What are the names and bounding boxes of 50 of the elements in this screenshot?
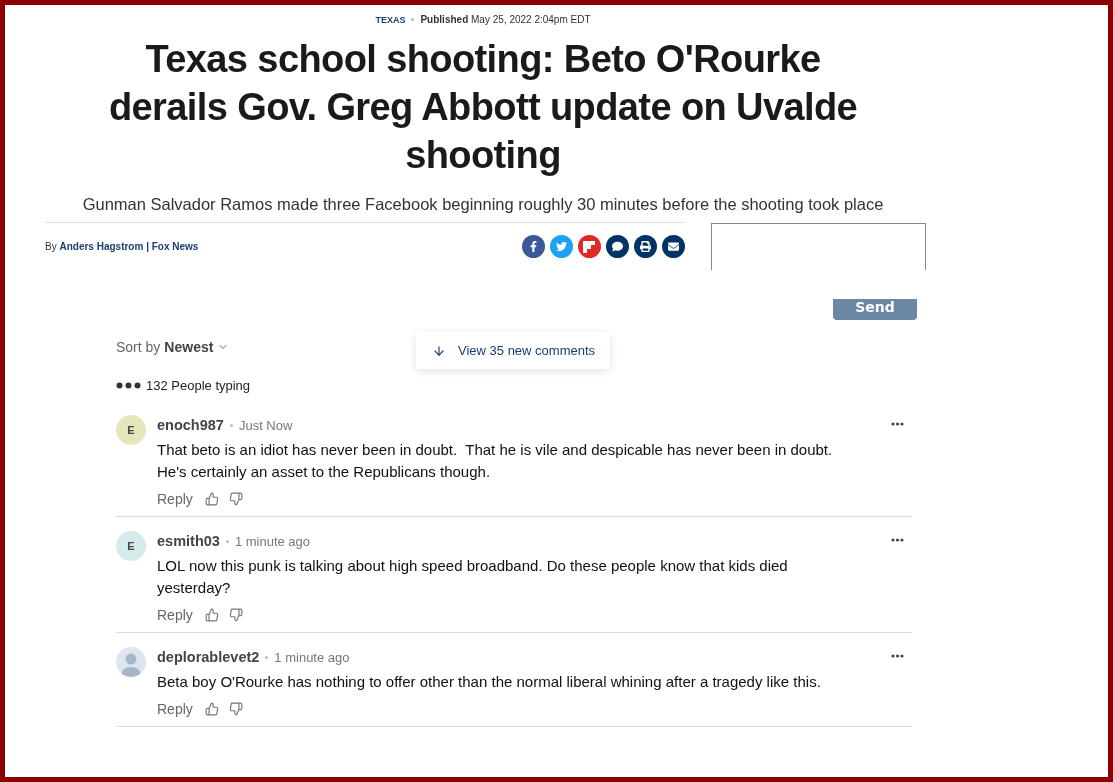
more-options-icon[interactable] xyxy=(891,654,904,658)
thumbs-down-icon[interactable] xyxy=(228,608,243,622)
send-button[interactable]: Send xyxy=(833,299,917,320)
reply-button[interactable]: Reply xyxy=(157,491,193,507)
comment-share-button[interactable] xyxy=(605,235,629,258)
comment-input-field[interactable] xyxy=(710,223,926,270)
separator-dot-icon xyxy=(411,18,415,21)
username[interactable]: enoch987 xyxy=(157,417,224,433)
arrow-down-icon xyxy=(432,343,446,358)
reply-button[interactable]: Reply xyxy=(157,607,193,623)
separator-dot-icon xyxy=(265,655,269,659)
print-share-button[interactable] xyxy=(633,235,657,258)
comment-time: Just Now xyxy=(238,417,293,433)
comment-time: 1 minute ago xyxy=(274,649,350,665)
thumbs-down-icon[interactable] xyxy=(228,702,243,716)
new-comments-button[interactable]: View 35 new comments xyxy=(416,332,611,369)
typing-dots-icon xyxy=(116,382,141,389)
user-avatar: E xyxy=(116,415,146,445)
more-options-icon[interactable] xyxy=(891,422,904,426)
more-options-icon[interactable] xyxy=(891,538,904,542)
thumbs-up-icon[interactable] xyxy=(204,608,219,622)
subheadline: Gunman Salvador Ramos made three Facebook beginning roughly 30 minutes before the shooting took place xyxy=(82,195,884,214)
thumbs-down-icon[interactable] xyxy=(228,492,243,506)
headline: Texas school shooting: Beto O'Rourke derails Gov. Greg Abbott update on Uvalde shooting xyxy=(107,37,859,178)
separator-dot-icon xyxy=(229,423,233,427)
twitter-share-button[interactable] xyxy=(549,235,573,258)
flipboard-share-button[interactable] xyxy=(577,235,601,258)
printer-icon xyxy=(639,241,651,252)
envelope-icon xyxy=(667,241,679,252)
email-share-button[interactable] xyxy=(661,235,685,258)
speech-bubble-icon xyxy=(611,241,623,252)
thumbs-up-icon[interactable] xyxy=(204,492,219,506)
comment-text: Beta boy O'Rourke has nothing to offer other than the normal liberal whining after a tragedy like this. xyxy=(157,672,822,692)
flipboard-icon xyxy=(583,240,595,253)
byline: By Anders Hagstrom | Fox News xyxy=(45,241,199,252)
category-link[interactable]: TEXAS xyxy=(375,14,406,25)
user-avatar: E xyxy=(116,531,146,561)
typing-indicator: 132 People typing xyxy=(146,378,251,393)
comment-text: LOL now this punk is talking about high speed broadband. Do these people know that kids died yesterday? xyxy=(157,556,789,598)
published-date: Published May 25, 2022 2:04pm EDT xyxy=(420,14,591,25)
comment-time: 1 minute ago xyxy=(234,533,311,549)
facebook-share-button[interactable] xyxy=(521,235,545,258)
username[interactable]: deplorablevet2 xyxy=(157,649,260,665)
comment-text: That beto is an idiot has never been in doubt. That he is vile and despicable has never been in doubt. He's certainly an asset to the Republicans though. xyxy=(157,440,834,482)
reply-button[interactable]: Reply xyxy=(157,701,193,717)
thumbs-up-icon[interactable] xyxy=(204,702,219,716)
username[interactable]: esmith03 xyxy=(157,533,220,549)
bird-icon xyxy=(555,241,567,252)
sort-dropdown[interactable]: Sort by Newest xyxy=(116,338,230,356)
separator-dot-icon xyxy=(225,539,229,543)
